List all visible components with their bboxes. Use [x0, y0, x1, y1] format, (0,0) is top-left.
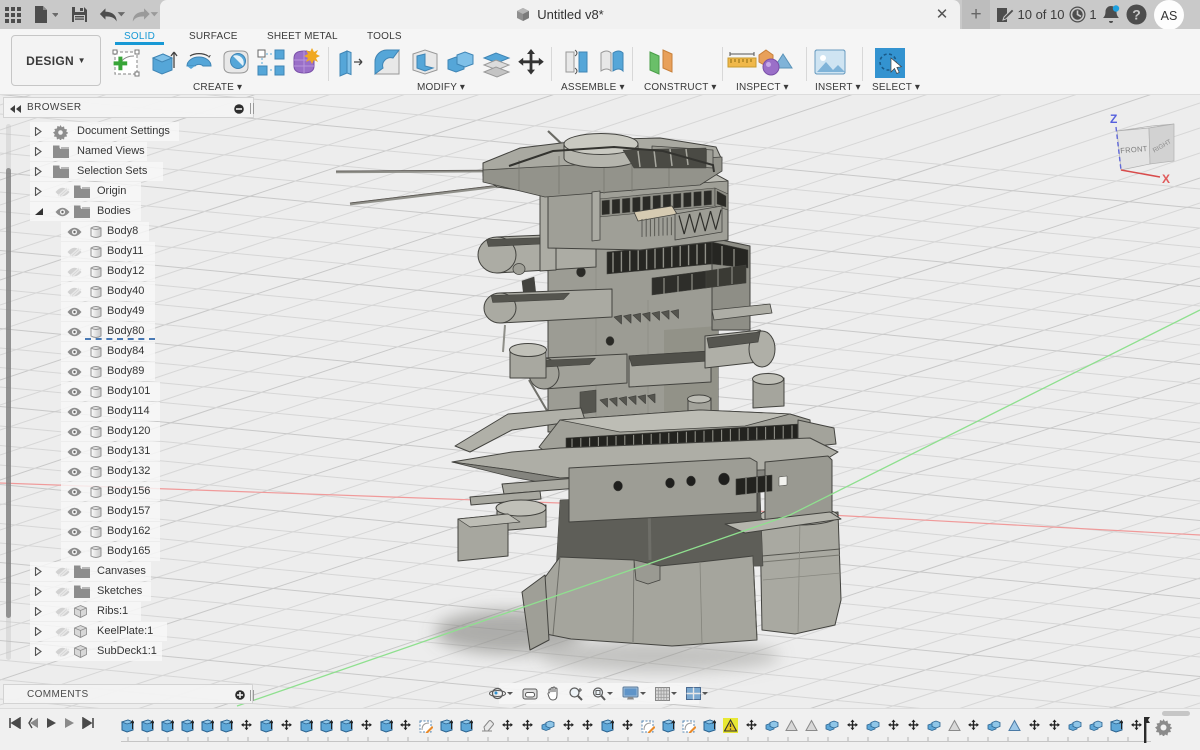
svg-text:X: X [1162, 172, 1170, 186]
svg-text:?: ? [1132, 7, 1141, 23]
svg-text:AS: AS [1161, 9, 1178, 23]
svg-text:Z: Z [1110, 112, 1117, 126]
